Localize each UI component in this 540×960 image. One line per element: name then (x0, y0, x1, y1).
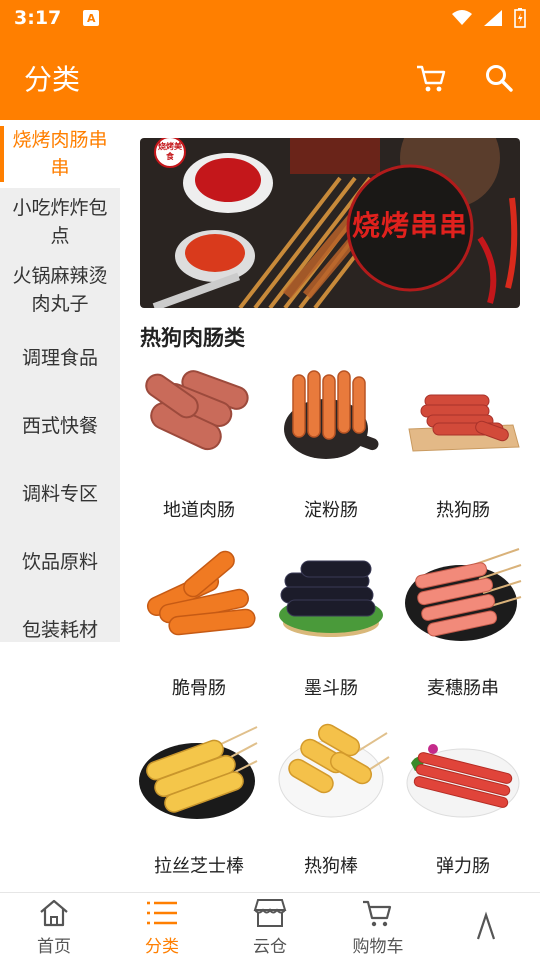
up-icon (469, 909, 503, 943)
sidebar-item-label: 调理食品 (21, 347, 98, 369)
cart-icon (361, 896, 395, 930)
section-title: 热狗肉肠类 (140, 326, 245, 350)
nav-label: 购物车 (352, 937, 404, 957)
product-name: 热狗肠 (436, 500, 490, 521)
banner-badge: 烧烤美食 (158, 142, 182, 161)
product-name: 脆骨肠 (172, 678, 226, 699)
search-icon[interactable] (482, 61, 516, 95)
product-name: 地道肉肠 (163, 500, 235, 521)
cart-icon[interactable] (414, 61, 448, 95)
app-bar: 分类 (0, 36, 540, 120)
product-name: 麦穗肠串 (427, 678, 499, 699)
product-image (269, 540, 393, 650)
notification-app-icon: A (83, 10, 100, 26)
product-image (137, 362, 261, 472)
sidebar-item-label: 饮品原料 (21, 551, 98, 573)
product-image (269, 718, 393, 828)
product-image (401, 718, 525, 828)
nav-home[interactable]: 首页 (0, 893, 108, 960)
bottom-nav: 首页 分类 云仓 购物车 (0, 892, 540, 960)
store-icon (253, 896, 287, 930)
sidebar-item-bbq-sausage[interactable]: 烧烤肉肠串串 (0, 120, 120, 188)
product-item-cartilage-sausage[interactable]: 脆骨肠 (134, 540, 264, 710)
product-item-starch-sausage[interactable]: 淀粉肠 (266, 362, 396, 532)
nav-category[interactable]: 分类 (108, 893, 216, 960)
wifi-icon (452, 10, 472, 25)
product-name: 弹力肠 (436, 856, 490, 877)
sidebar-item-label: 火锅麻辣烫肉丸子 (12, 265, 108, 315)
product-item-local-sausage[interactable]: 地道肉肠 (134, 362, 264, 532)
sidebar-item-label: 西式快餐 (21, 415, 98, 437)
category-content: 烧烤串串 烧烤美食 热狗肉肠类 地道肉肠 淀粉肠 热狗肠 脆骨肠 墨斗肠 麦穗肠… (120, 120, 540, 892)
promo-banner[interactable]: 烧烤串串 烧烤美食 (140, 138, 520, 308)
sidebar-item-seasoning[interactable]: 调料专区 (0, 460, 120, 528)
sidebar-item-label: 调料专区 (21, 483, 98, 505)
banner-title: 烧烤串串 (351, 209, 468, 242)
product-name: 墨斗肠 (304, 678, 358, 699)
product-image (401, 362, 525, 472)
sidebar-item-label: 包装耗材 (21, 619, 98, 641)
product-image (269, 362, 393, 472)
product-image (401, 540, 525, 650)
nav-cloud-warehouse[interactable]: 云仓 (216, 893, 324, 960)
sidebar-item-beverage[interactable]: 饮品原料 (0, 528, 120, 596)
product-image (137, 718, 261, 828)
category-sidebar: 烧烤肉肠串串 小吃炸炸包点 火锅麻辣烫肉丸子 调理食品 西式快餐 调料专区 饮品… (0, 120, 120, 642)
product-name: 热狗棒 (304, 856, 358, 877)
status-bar: 3:17 A (0, 0, 540, 36)
nav-label: 分类 (145, 937, 179, 957)
home-icon (37, 896, 71, 930)
product-item-hotdog-sausage[interactable]: 热狗肠 (398, 362, 528, 532)
sidebar-item-prepared-food[interactable]: 调理食品 (0, 324, 120, 392)
page-title: 分类 (24, 63, 81, 96)
product-image (137, 540, 261, 650)
battery-icon (514, 8, 526, 28)
sidebar-item-label: 小吃炸炸包点 (12, 197, 108, 247)
sidebar-item-hotpot[interactable]: 火锅麻辣烫肉丸子 (0, 256, 120, 324)
nav-label: 云仓 (253, 937, 287, 957)
product-name: 拉丝芝士棒 (154, 856, 244, 877)
product-name: 淀粉肠 (304, 500, 358, 521)
sidebar-item-snacks[interactable]: 小吃炸炸包点 (0, 188, 120, 256)
product-item-cheese-stick[interactable]: 拉丝芝士棒 (134, 718, 264, 888)
nav-label: 首页 (37, 937, 71, 957)
sidebar-item-western-fastfood[interactable]: 西式快餐 (0, 392, 120, 460)
product-item-wheat-sausage-skewer[interactable]: 麦穗肠串 (398, 540, 528, 710)
product-item-elastic-sausage[interactable]: 弹力肠 (398, 718, 528, 888)
list-icon (145, 896, 179, 930)
nav-back-to-top[interactable] (432, 893, 540, 960)
status-time: 3:17 (14, 7, 62, 29)
sidebar-item-packaging[interactable]: 包装耗材 (0, 596, 120, 664)
sidebar-item-label: 烧烤肉肠串串 (12, 129, 108, 179)
signal-icon (484, 10, 502, 26)
product-item-hotdog-stick[interactable]: 热狗棒 (266, 718, 396, 888)
product-item-squid-ink-sausage[interactable]: 墨斗肠 (266, 540, 396, 710)
nav-cart[interactable]: 购物车 (324, 893, 432, 960)
